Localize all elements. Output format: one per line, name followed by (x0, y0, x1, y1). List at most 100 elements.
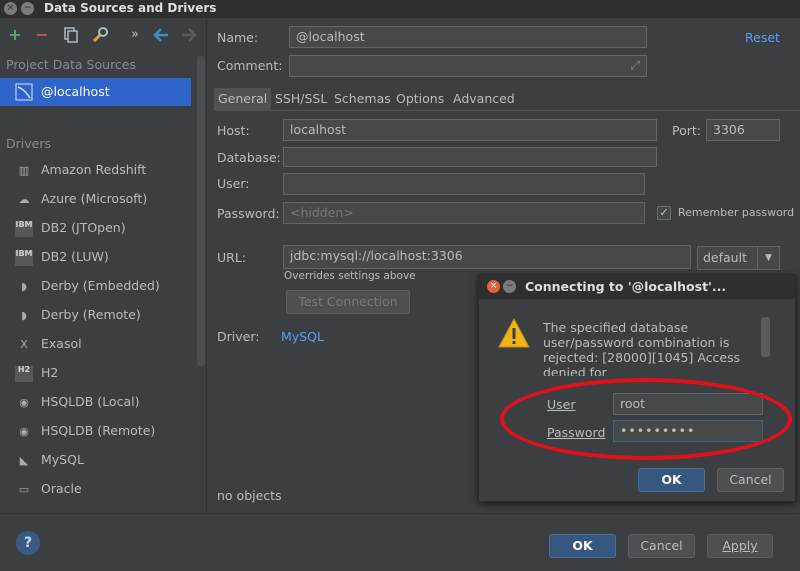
host-label: Host: (217, 123, 250, 138)
driver-label: H2 (41, 365, 59, 380)
driver-item[interactable]: IBM DB2 (JTOpen) (0, 214, 195, 243)
footer-divider (0, 513, 800, 514)
host-field[interactable]: localhost (283, 119, 657, 141)
tab-general[interactable]: General (214, 88, 272, 110)
remove-icon[interactable]: − (33, 26, 51, 44)
db2-icon: IBM (15, 250, 33, 266)
driver-item[interactable]: IBM DB2 (LUW) (0, 243, 195, 272)
left-panel: + − » Project Data Sources @localhost Dr… (0, 18, 207, 513)
driver-label: Oracle (41, 481, 82, 496)
driver-label: HSQLDB (Local) (41, 394, 140, 409)
apply-label: Apply (722, 538, 758, 553)
driver-label: MySQL (41, 452, 84, 467)
driver-label: Exasol (41, 336, 82, 351)
driver-item[interactable]: ◉ HSQLDB (Local) (0, 388, 195, 417)
hsqldb-icon: ◉ (19, 396, 29, 409)
hsqldb-icon: ◉ (19, 425, 29, 438)
forward-arrow-icon[interactable] (180, 26, 198, 44)
password-label: Password: (217, 206, 280, 221)
duplicate-icon[interactable] (62, 26, 80, 44)
port-field[interactable]: 3306 (706, 119, 780, 141)
url-label: URL: (217, 250, 247, 265)
reset-link[interactable]: Reset (745, 30, 780, 45)
driver-label: DB2 (LUW) (41, 249, 109, 264)
window-title-bar: × − Data Sources and Drivers (0, 0, 800, 18)
dialog-ok-button[interactable]: OK (638, 468, 705, 492)
cancel-button[interactable]: Cancel (628, 534, 695, 558)
derby-icon: ◗ (21, 280, 27, 293)
tab-schemas[interactable]: Schemas (330, 88, 395, 110)
driver-label: Derby (Embedded) (41, 278, 160, 293)
url-mode-value: default (703, 250, 747, 265)
remember-password-checkbox[interactable]: ✓ (657, 206, 671, 220)
comment-label: Comment: (217, 58, 283, 73)
drivers-label: Drivers (6, 136, 51, 151)
tab-divider (214, 110, 800, 111)
database-label: Database: (217, 150, 281, 165)
wrench-icon[interactable] (91, 26, 109, 44)
exasol-icon: X (20, 338, 28, 351)
azure-icon: ☁ (18, 193, 30, 206)
back-arrow-icon[interactable] (152, 26, 170, 44)
window-title: Data Sources and Drivers (44, 1, 217, 15)
tab-options[interactable]: Options (392, 88, 448, 110)
no-objects-label: no objects (217, 488, 282, 503)
ok-button[interactable]: OK (549, 534, 616, 558)
dialog-scrollbar[interactable] (761, 317, 770, 357)
driver-label: DB2 (JTOpen) (41, 220, 126, 235)
tab-ssh-ssl[interactable]: SSH/SSL (271, 88, 331, 110)
tab-advanced[interactable]: Advanced (449, 88, 519, 110)
port-label: Port: (672, 123, 701, 138)
amazon-redshift-icon: ▥ (18, 164, 30, 177)
overrides-note: Overrides settings above (284, 270, 416, 282)
db2-icon: IBM (15, 221, 33, 237)
driver-list: ▥ Amazon Redshift ☁ Azure (Microsoft) IBM DB2… (0, 156, 195, 513)
driver-item[interactable]: ◉ HSQLDB (Remote) (0, 417, 195, 446)
project-data-sources-label: Project Data Sources (6, 57, 137, 72)
dialog-title: Connecting to '@localhost'... (525, 279, 727, 294)
driver-item[interactable]: H2 H2 (0, 359, 195, 388)
driver-label: Amazon Redshift (41, 162, 147, 177)
driver-item[interactable]: ☁ Azure (Microsoft) (0, 185, 195, 214)
driver-label: Azure (Microsoft) (41, 191, 148, 206)
expand-icon[interactable]: ⤢ (630, 58, 640, 73)
dialog-minimize-button[interactable]: − (503, 280, 516, 293)
driver-item[interactable]: ◗ Derby (Remote) (0, 301, 195, 330)
url-mode-select[interactable]: default ▼ (697, 246, 780, 270)
driver-item[interactable]: ▭ Oracle (0, 475, 195, 504)
dialog-cancel-button[interactable]: Cancel (717, 468, 784, 492)
datasource-label: @localhost (41, 84, 110, 99)
name-label: Name: (217, 30, 259, 45)
password-field[interactable]: <hidden> (283, 202, 645, 224)
user-field[interactable] (283, 173, 645, 195)
left-panel-scrollbar[interactable] (197, 56, 205, 366)
apply-button[interactable]: Apply (707, 534, 773, 558)
add-icon[interactable]: + (6, 26, 24, 44)
name-field[interactable]: @localhost (289, 26, 647, 48)
more-icon[interactable]: » (126, 26, 144, 44)
window-close-button[interactable]: × (4, 2, 17, 15)
mysql-icon (15, 83, 33, 101)
user-label: User: (217, 176, 250, 191)
dialog-title-bar: × − Connecting to '@localhost'... (479, 275, 795, 299)
mysql-icon: ◣ (19, 454, 29, 467)
driver-item[interactable]: X Exasol (0, 330, 195, 359)
driver-link[interactable]: MySQL (281, 329, 324, 344)
datasource-item-localhost[interactable]: @localhost (0, 78, 191, 106)
oracle-icon: ▭ (18, 483, 30, 496)
dialog-close-button[interactable]: × (487, 280, 500, 293)
warning-icon (497, 317, 531, 349)
remember-password-label: Remember password (678, 206, 795, 219)
help-icon[interactable]: ? (16, 531, 40, 555)
driver-label: Derby (Remote) (41, 307, 141, 322)
driver-item[interactable]: ◗ Derby (Embedded) (0, 272, 195, 301)
driver-item[interactable]: ◣ MySQL (0, 446, 195, 475)
highlight-ellipse (500, 378, 792, 460)
url-field[interactable]: jdbc:mysql://localhost:3306 (283, 245, 691, 269)
chevron-down-icon: ▼ (757, 247, 779, 269)
driver-item[interactable]: ▥ Amazon Redshift (0, 156, 195, 185)
window-minimize-button[interactable]: − (21, 2, 34, 15)
database-field[interactable] (283, 147, 657, 167)
comment-field[interactable]: ⤢ (289, 55, 647, 77)
test-connection-button[interactable]: Test Connection (286, 290, 410, 314)
